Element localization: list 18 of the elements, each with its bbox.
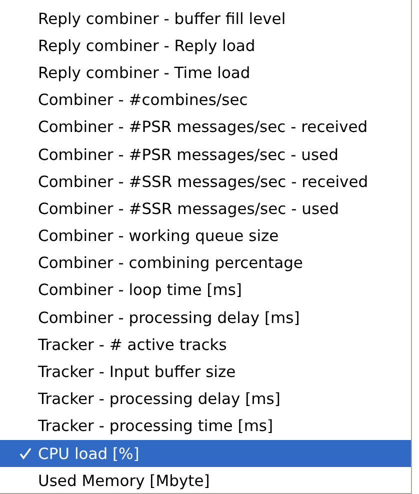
menu-item[interactable]: Combiner - #SSR messages/sec - received xyxy=(0,168,411,196)
menu-item[interactable]: CPU load [%] xyxy=(0,440,411,468)
menu-item[interactable]: Combiner - loop time [ms] xyxy=(0,276,411,304)
menu-item[interactable]: Combiner - #PSR messages/sec - received xyxy=(0,114,411,141)
menu-item[interactable]: Reply combiner - Time load xyxy=(0,59,411,87)
menu-item[interactable]: Combiner - combining percentage xyxy=(0,250,411,277)
menu-item[interactable]: Tracker - processing delay [ms] xyxy=(0,386,411,413)
menu-item[interactable]: Combiner - processing delay [ms] xyxy=(0,304,411,332)
menu-item[interactable]: Combiner - #PSR messages/sec - used xyxy=(0,140,411,168)
menu-item[interactable]: Combiner - #combines/sec xyxy=(0,86,411,114)
menu-item[interactable]: Used Memory [Mbyte] xyxy=(0,467,411,494)
menu-item[interactable]: Combiner - working queue size xyxy=(0,222,411,250)
menu-item[interactable]: Tracker - Input buffer size xyxy=(0,358,411,386)
menu-item[interactable]: Reply combiner - Reply load xyxy=(0,32,411,60)
menu-item[interactable]: Combiner - #SSR messages/sec - used xyxy=(0,195,411,222)
menu-item[interactable]: Reply combiner - buffer fill level xyxy=(0,5,411,32)
menu-item[interactable]: Tracker - processing time [ms] xyxy=(0,412,411,440)
menu-item[interactable]: Tracker - # active tracks xyxy=(0,331,411,358)
